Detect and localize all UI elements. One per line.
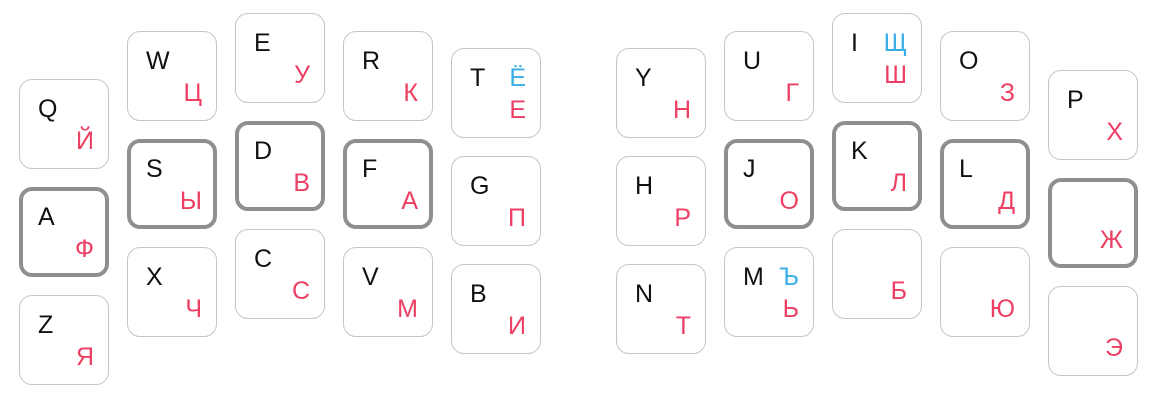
key-cyrillic-label: Ш [884,61,907,89]
key-u: U Г [724,31,814,121]
key-cyrillic-label: А [401,187,418,215]
key-latin-label: Y [635,64,652,92]
key-d: D В [235,121,325,211]
key-f: F А [343,139,433,229]
key-latin-label: Z [38,311,54,339]
key-latin-label: O [959,47,979,75]
key-cyrillic-label: М [397,295,418,323]
key-m: M Ъ Ь [724,247,814,337]
key-latin-label: S [146,155,163,183]
key-v: V М [343,247,433,337]
key-latin-label: D [254,137,273,165]
key-x: X Ч [127,247,217,337]
key-cyrillic-label: И [508,312,526,340]
key-latin-label: N [635,280,654,308]
key-latin-label: P [1067,86,1084,114]
key-y: Y Н [616,48,706,138]
key-cyrillic-label: В [293,169,310,197]
key-g: G П [451,156,541,246]
key-cyrillic-label: Б [890,277,907,305]
key-cyrillic-label: Ы [179,187,202,215]
key-latin-label: F [362,155,378,183]
key-cyrillic-label: Р [674,204,691,232]
key-latin-label: G [470,172,490,200]
key-slash: Э [1048,286,1138,376]
key-latin-label: K [851,137,868,165]
key-latin-label: M [743,263,764,291]
key-latin-label: J [743,155,756,183]
key-n: N Т [616,264,706,354]
key-cyrillic-label: О [779,187,799,215]
key-cyrillic-label: Ц [183,79,203,107]
key-cyrillic-label: Е [509,96,526,124]
key-s: S Ы [127,139,217,229]
key-cyrillic-label: Я [75,343,94,371]
key-o: O З [940,31,1030,121]
key-alternate-label: Щ [883,29,907,57]
split-keyboard-layout: Q Й A Ф Z Я W Ц S Ы X Ч E У D В C С R К … [0,0,1161,414]
key-w: W Ц [127,31,217,121]
key-latin-label: U [743,47,762,75]
key-latin-label: E [254,29,271,57]
key-latin-label: W [146,47,170,75]
key-z: Z Я [19,295,109,385]
key-alternate-label: Ъ [779,263,799,291]
key-cyrillic-label: Н [672,96,691,124]
key-j: J О [724,139,814,229]
key-latin-label: V [362,263,379,291]
key-cyrillic-label: Г [785,79,799,107]
key-latin-label: Q [38,95,58,123]
key-latin-label: B [470,280,487,308]
key-cyrillic-label: Ж [1099,226,1123,254]
key-period: Ю [940,247,1030,337]
key-p: P Х [1048,70,1138,160]
key-cyrillic-label: Ч [185,295,202,323]
key-cyrillic-label: У [294,61,310,89]
key-a: A Ф [19,187,109,277]
key-cyrillic-label: С [291,277,310,305]
key-latin-label: X [146,263,163,291]
key-cyrillic-label: Ь [782,295,799,323]
key-c: C С [235,229,325,319]
key-latin-label: A [38,203,55,231]
key-cyrillic-label: Т [675,312,691,340]
key-latin-label: L [959,155,973,183]
key-t: T Ё Е [451,48,541,138]
key-cyrillic-label: Л [890,169,907,197]
key-r: R К [343,31,433,121]
key-q: Q Й [19,79,109,169]
key-latin-label: T [470,64,486,92]
key-h: H Р [616,156,706,246]
key-l: L Д [940,139,1030,229]
key-comma: Б [832,229,922,319]
key-b: B И [451,264,541,354]
key-cyrillic-label: П [508,204,526,232]
key-cyrillic-label: Х [1106,118,1123,146]
key-cyrillic-label: Д [998,187,1015,215]
key-latin-label: I [851,29,858,57]
key-cyrillic-label: Ф [74,235,94,263]
key-k: K Л [832,121,922,211]
key-i: I Щ Ш [832,13,922,103]
key-e: E У [235,13,325,103]
key-cyrillic-label: Э [1105,334,1123,362]
key-latin-label: H [635,172,654,200]
key-cyrillic-label: З [999,79,1015,107]
key-latin-label: R [362,47,381,75]
key-alternate-label: Ё [509,64,526,92]
key-semicolon: Ж [1048,178,1138,268]
key-latin-label: C [254,245,273,273]
key-cyrillic-label: К [403,79,418,107]
key-cyrillic-label: Й [76,127,94,155]
key-cyrillic-label: Ю [989,295,1015,323]
